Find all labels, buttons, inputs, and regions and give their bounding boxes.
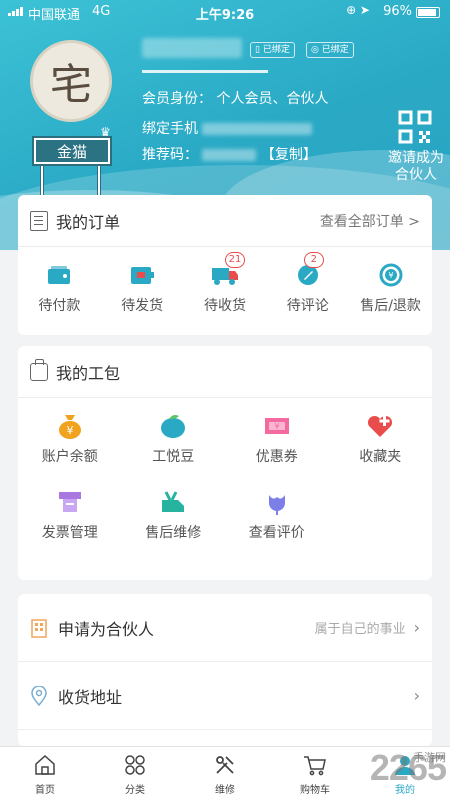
svg-text:¥: ¥	[66, 424, 73, 437]
sign-post	[40, 164, 44, 198]
invoice-management[interactable]: 发票管理	[18, 488, 122, 542]
level-badge-label: 金猫	[36, 140, 108, 162]
qr-code-icon[interactable]	[398, 110, 432, 144]
phone-label: 绑定手机	[142, 121, 198, 137]
tab-cart[interactable]: 购物车	[270, 747, 360, 800]
wallet-icon	[48, 266, 71, 284]
building-icon	[31, 618, 47, 638]
svg-text:¥: ¥	[388, 271, 393, 280]
order-pending-payment[interactable]: 待付款	[18, 261, 101, 315]
order-pending-review[interactable]: 2 待评论	[266, 252, 349, 315]
category-icon	[125, 755, 145, 775]
shipping-address-row[interactable]: 收货地址 ›	[18, 662, 432, 730]
username-blurred	[142, 38, 242, 58]
battery-percent: 96%	[383, 4, 412, 19]
tab-repair[interactable]: 维修	[180, 747, 270, 800]
order-pending-shipment[interactable]: 待发货	[101, 261, 184, 315]
package-icon	[131, 267, 155, 284]
orders-header[interactable]: 我的订单 查看全部订单 >	[18, 195, 432, 247]
chevron-right-icon: ›	[413, 618, 420, 637]
invite-line-1: 邀请成为	[388, 150, 444, 166]
tools-icon	[216, 756, 234, 774]
tab-home[interactable]: 首页	[0, 747, 90, 800]
shipping-address-label: 收货地址	[58, 687, 123, 707]
watermark-logo: 2265 手游网	[369, 747, 447, 788]
member-label: 会员身份：	[142, 91, 212, 107]
view-all-orders-link[interactable]: 查看全部订单 >	[320, 211, 420, 231]
bean-icon	[161, 415, 186, 438]
svg-text:¥: ¥	[274, 422, 279, 431]
after-sales-repair[interactable]: 售后维修	[122, 488, 226, 542]
avatar[interactable]: 宅	[30, 40, 112, 122]
toolkit-card: 我的工包 ¥ 账户余额 工悦豆 ¥ 优惠券 收藏夹 发票管理 售后维修 查看评价	[18, 346, 432, 580]
tab-category-label: 分类	[125, 785, 145, 796]
referral-blurred	[202, 149, 257, 161]
refund-icon: ¥	[379, 263, 403, 287]
coupon-icon: ¥	[264, 418, 289, 434]
copy-button[interactable]: 【复制】	[261, 147, 317, 163]
status-bar: 中国联通 4G 上午9:26 ⊕ ➤ 96%	[0, 0, 450, 24]
phone-bound-tag: ▯ 已绑定	[250, 42, 295, 58]
orders-card: 我的订单 查看全部订单 > 待付款 待发货 21 待收货 2 待评论 ¥ 售后/…	[18, 195, 432, 335]
orders-title: 我的订单	[56, 212, 121, 232]
invite-partner-button[interactable]: 邀请成为 合伙人	[384, 150, 448, 184]
chevron-right-icon: ›	[413, 686, 420, 705]
invite-line-2: 合伙人	[395, 167, 437, 183]
referral-label: 推荐码：	[142, 147, 198, 163]
tab-category[interactable]: 分类	[90, 747, 180, 800]
battery-icon	[416, 7, 440, 18]
briefcase-icon	[30, 358, 48, 381]
coupons[interactable]: ¥ 优惠券	[225, 412, 329, 466]
home-icon	[35, 754, 55, 775]
view-reviews[interactable]: 查看评价	[225, 488, 329, 542]
toolkit-header: 我的工包	[18, 346, 432, 398]
avatar-char: 宅	[49, 59, 92, 109]
favorites[interactable]: 收藏夹	[329, 412, 433, 466]
phone-info: 绑定手机	[142, 118, 313, 138]
username-underline	[142, 70, 268, 73]
apply-partner-row[interactable]: 申请为合伙人 属于自己的事业 ›	[18, 594, 432, 662]
review-count-badge: 2	[303, 252, 324, 268]
location-pin-icon	[31, 685, 47, 706]
level-badge: 金猫	[32, 136, 112, 166]
phone-blurred	[202, 123, 313, 135]
document-icon	[30, 210, 48, 231]
sign-post	[97, 164, 101, 198]
wechat-bound-tag: ◎ 已绑定	[306, 42, 354, 58]
referral-info: 推荐码： 【复制】	[142, 144, 317, 164]
flower-icon	[268, 495, 285, 515]
member-info: 会员身份： 个人会员、合伙人	[142, 88, 328, 108]
apply-partner-label: 申请为合伙人	[58, 619, 155, 639]
member-value: 个人会员、合伙人	[216, 91, 329, 107]
cart-icon	[304, 756, 326, 776]
gongyue-bean[interactable]: 工悦豆	[122, 412, 226, 466]
location-icon: ⊕ ➤	[346, 3, 370, 17]
order-pending-receipt[interactable]: 21 待收货	[184, 252, 267, 315]
tab-home-label: 首页	[35, 785, 55, 796]
tab-cart-label: 购物车	[300, 785, 330, 796]
repair-icon	[162, 491, 185, 512]
tab-repair-label: 维修	[215, 785, 235, 796]
receipt-count-badge: 21	[224, 252, 245, 268]
account-balance[interactable]: ¥ 账户余额	[18, 412, 122, 466]
toolkit-title: 我的工包	[56, 363, 121, 383]
apply-partner-hint: 属于自己的事业	[314, 622, 406, 637]
money-bag-icon: ¥	[58, 415, 81, 439]
heart-plus-icon	[368, 415, 393, 437]
settings-list: 申请为合伙人 属于自己的事业 › 收货地址 ›	[18, 594, 432, 746]
order-refund[interactable]: ¥ 售后/退款	[349, 261, 432, 315]
invoice-icon	[58, 492, 81, 512]
